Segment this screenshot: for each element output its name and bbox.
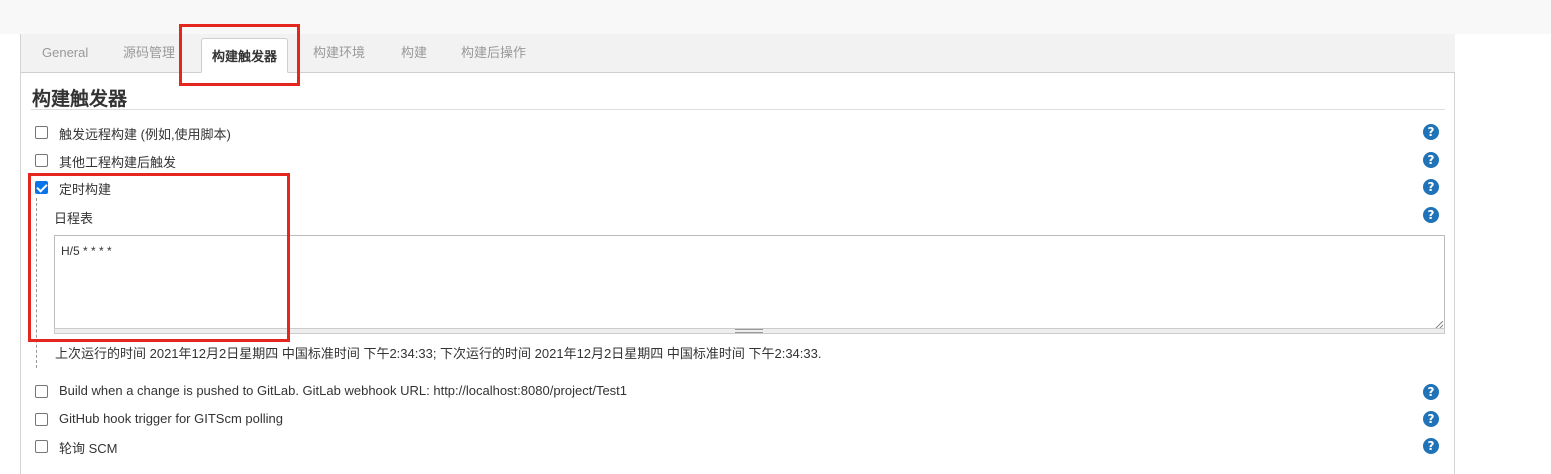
trigger-poll-scm: 轮询 SCM (35, 437, 1435, 457)
help-icon[interactable]: ? (1423, 438, 1439, 454)
trigger-after-other-projects: 其他工程构建后触发 (35, 151, 1435, 171)
help-icon[interactable]: ? (1423, 179, 1439, 195)
schedule-run-info: 上次运行的时间 2021年12月2日星期四 中国标准时间 下午2:34:33; … (55, 346, 822, 361)
tab-build[interactable]: 构建 (401, 34, 427, 72)
trigger-remote-build: 触发远程构建 (例如,使用脚本) (35, 123, 1435, 143)
drag-grip-icon (735, 329, 763, 333)
tab-bar: General 源码管理 构建触发器 构建环境 构建 构建后操作 (21, 34, 1455, 73)
config-panel: General 源码管理 构建触发器 构建环境 构建 构建后操作 构建触发器 触… (20, 34, 1455, 474)
tab-post-build-actions[interactable]: 构建后操作 (461, 34, 526, 72)
top-bar (0, 0, 1551, 34)
section-title: 构建触发器 (32, 88, 128, 110)
trigger-label: 其他工程构建后触发 (59, 155, 177, 170)
nested-indent-line (36, 198, 37, 368)
trigger-scheduled-build: 定时构建 (35, 178, 1435, 198)
trigger-gitlab-push-checkbox[interactable] (35, 385, 48, 398)
section-divider (31, 109, 1445, 110)
schedule-textarea[interactable]: H/5 * * * * (54, 235, 1445, 331)
trigger-remote-build-checkbox[interactable] (35, 126, 48, 139)
trigger-label: Build when a change is pushed to GitLab.… (59, 383, 628, 398)
trigger-label: 定时构建 (59, 182, 112, 197)
help-icon[interactable]: ? (1423, 384, 1439, 400)
trigger-scheduled-build-checkbox[interactable] (35, 181, 48, 194)
tab-build-triggers[interactable]: 构建触发器 (201, 38, 289, 73)
trigger-label: 轮询 SCM (59, 441, 118, 456)
trigger-poll-scm-checkbox[interactable] (35, 440, 48, 453)
help-icon[interactable]: ? (1423, 207, 1439, 223)
help-icon[interactable]: ? (1423, 124, 1439, 140)
trigger-label: GitHub hook trigger for GITScm polling (59, 411, 283, 426)
help-icon[interactable]: ? (1423, 411, 1439, 427)
trigger-github-hook-checkbox[interactable] (35, 413, 48, 426)
tab-general[interactable]: General (42, 34, 88, 72)
trigger-label: 触发远程构建 (例如,使用脚本) (59, 127, 231, 142)
tab-source-control[interactable]: 源码管理 (123, 34, 175, 72)
trigger-github-hook: GitHub hook trigger for GITScm polling (35, 410, 1435, 430)
trigger-after-other-projects-checkbox[interactable] (35, 154, 48, 167)
help-icon[interactable]: ? (1423, 152, 1439, 168)
schedule-value: H/5 * * * * (61, 244, 112, 258)
trigger-gitlab-push: Build when a change is pushed to GitLab.… (35, 382, 1435, 402)
tab-build-environment[interactable]: 构建环境 (313, 34, 365, 72)
textarea-expand-bar[interactable] (54, 328, 1445, 334)
schedule-label: 日程表 (54, 211, 94, 226)
